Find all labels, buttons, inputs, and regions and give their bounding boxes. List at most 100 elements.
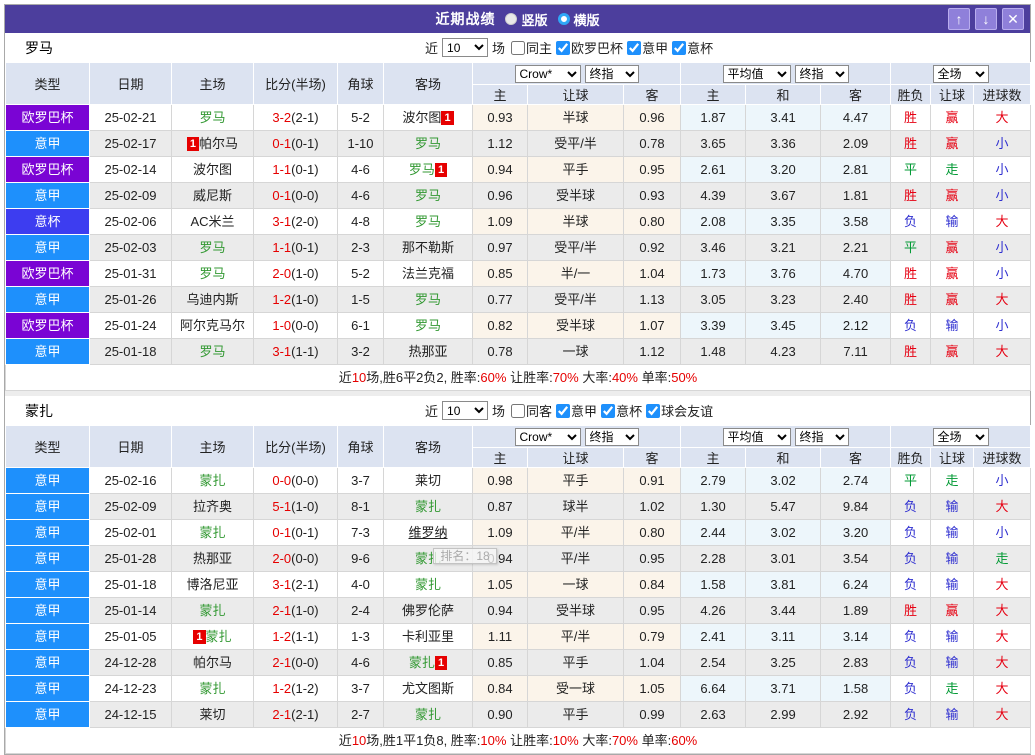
away-team-name[interactable]: 蒙扎 bbox=[415, 707, 441, 722]
average-select[interactable]: 平均值 bbox=[722, 64, 791, 83]
away-team-name[interactable]: 法兰克福 bbox=[402, 266, 454, 281]
away-team-name[interactable]: 蒙扎 bbox=[415, 499, 441, 514]
avg-draw-cell: 3.41 bbox=[745, 104, 822, 131]
near-count-select[interactable]: 10 bbox=[442, 38, 489, 57]
handicap-cell: 平手 bbox=[527, 156, 624, 183]
odds-time-select[interactable]: 终指 bbox=[584, 64, 639, 83]
away-team-name[interactable]: 蒙扎 bbox=[415, 551, 441, 566]
odds-home-cell: 0.96 bbox=[472, 182, 528, 209]
score-cell: 1-1(0-1) bbox=[253, 156, 338, 183]
away-team-name[interactable]: 蒙扎 bbox=[415, 577, 441, 592]
away-team-name[interactable]: 罗马 bbox=[415, 188, 441, 203]
near-count-select[interactable]: 10 bbox=[442, 401, 489, 420]
date-cell: 25-01-31 bbox=[89, 260, 172, 287]
avg-away-cell: 3.20 bbox=[820, 519, 892, 546]
avg-away-cell: 2.21 bbox=[820, 234, 892, 261]
goals-cell: 小 bbox=[973, 234, 1032, 261]
home-team-name[interactable]: 阿尔克马尔 bbox=[180, 318, 245, 333]
away-team-name[interactable]: 热那亚 bbox=[408, 344, 447, 359]
home-team-name[interactable]: 乌迪内斯 bbox=[186, 292, 238, 307]
date-cell: 25-02-01 bbox=[89, 519, 172, 546]
away-team-name[interactable]: 卡利亚里 bbox=[402, 629, 454, 644]
result-cell: 胜 bbox=[890, 260, 932, 287]
away-team-name[interactable]: 蒙扎 bbox=[409, 655, 435, 670]
home-team-name[interactable]: 威尼斯 bbox=[193, 188, 232, 203]
avg-home-cell: 2.79 bbox=[680, 467, 747, 494]
home-team-name[interactable]: 蒙扎 bbox=[199, 603, 225, 618]
home-team-name[interactable]: 蒙扎 bbox=[206, 629, 232, 644]
league-checkbox[interactable]: 意甲 bbox=[627, 38, 668, 57]
odds-source-select[interactable]: Crow* bbox=[514, 427, 581, 446]
home-team-name[interactable]: 蒙扎 bbox=[199, 681, 225, 696]
home-team-name[interactable]: 莱切 bbox=[199, 707, 225, 722]
home-team-name[interactable]: 博洛尼亚 bbox=[186, 577, 238, 592]
date-cell: 25-02-09 bbox=[89, 493, 172, 520]
avg-draw-cell: 3.01 bbox=[745, 545, 822, 572]
same-venue-checkbox[interactable]: 同客 bbox=[511, 401, 552, 420]
average-select[interactable]: 平均值 bbox=[722, 427, 791, 446]
date-cell: 25-01-24 bbox=[89, 312, 172, 339]
home-team-name[interactable]: 热那亚 bbox=[193, 551, 232, 566]
radio-horizontal-layout[interactable]: 横版 bbox=[557, 10, 600, 29]
league-checkbox[interactable]: 意杯 bbox=[601, 401, 642, 420]
home-team-name[interactable]: 罗马 bbox=[199, 344, 225, 359]
away-team-cell: 蒙扎 bbox=[383, 545, 473, 572]
home-team-name[interactable]: AC米兰 bbox=[190, 214, 234, 229]
away-team-name[interactable]: 莱切 bbox=[415, 473, 441, 488]
league-checkbox[interactable]: 意甲 bbox=[556, 401, 597, 420]
avg-home-cell: 2.61 bbox=[680, 156, 747, 183]
move-up-button[interactable]: ↑ bbox=[948, 8, 970, 30]
average-time-select[interactable]: 终指 bbox=[794, 64, 849, 83]
same-venue-checkbox[interactable]: 同主 bbox=[511, 38, 552, 57]
away-team-cell: 维罗纳 bbox=[383, 519, 473, 546]
match-type-cell: 意甲 bbox=[5, 338, 90, 365]
scope-select[interactable]: 全场 bbox=[932, 64, 989, 83]
home-team-name[interactable]: 帕尔马 bbox=[199, 136, 238, 151]
home-team-name[interactable]: 波尔图 bbox=[193, 162, 232, 177]
average-time-select[interactable]: 终指 bbox=[794, 427, 849, 446]
away-team-name[interactable]: 尤文图斯 bbox=[402, 681, 454, 696]
league-checkbox[interactable]: 球会友谊 bbox=[646, 401, 713, 420]
result-cell: 胜 bbox=[890, 130, 932, 157]
away-team-name[interactable]: 罗马 bbox=[409, 162, 435, 177]
home-team-name[interactable]: 罗马 bbox=[199, 266, 225, 281]
away-team-name[interactable]: 维罗纳 bbox=[408, 525, 447, 540]
column-header: 日期 bbox=[89, 425, 172, 468]
away-team-name[interactable]: 佛罗伦萨 bbox=[402, 603, 454, 618]
score-cell: 2-0(1-0) bbox=[253, 260, 338, 287]
odds-time-select[interactable]: 终指 bbox=[584, 427, 639, 446]
home-team-name[interactable]: 罗马 bbox=[199, 240, 225, 255]
match-type-cell: 意甲 bbox=[5, 545, 90, 572]
away-team-name[interactable]: 罗马 bbox=[415, 318, 441, 333]
column-header: 主场 bbox=[171, 425, 254, 468]
scope-select[interactable]: 全场 bbox=[932, 427, 989, 446]
home-team-name[interactable]: 罗马 bbox=[199, 110, 225, 125]
home-team-name[interactable]: 蒙扎 bbox=[199, 473, 225, 488]
result-cell: 负 bbox=[890, 649, 932, 676]
result-cell: 负 bbox=[890, 208, 932, 235]
away-team-name[interactable]: 罗马 bbox=[415, 136, 441, 151]
league-checkbox[interactable]: 欧罗巴杯 bbox=[556, 38, 623, 57]
odds-source-select[interactable]: Crow* bbox=[514, 64, 581, 83]
match-type-cell: 意甲 bbox=[5, 649, 90, 676]
goals-cell: 小 bbox=[973, 312, 1032, 339]
handicap-cell: 受半球 bbox=[527, 312, 624, 339]
near-label: 近 bbox=[425, 404, 439, 419]
away-team-name[interactable]: 波尔图 bbox=[402, 110, 441, 125]
league-checkbox[interactable]: 意杯 bbox=[672, 38, 713, 57]
close-button[interactable]: ✕ bbox=[1002, 8, 1024, 30]
away-team-name[interactable]: 罗马 bbox=[415, 214, 441, 229]
result-cell: 负 bbox=[890, 545, 932, 572]
move-down-button[interactable]: ↓ bbox=[975, 8, 997, 30]
home-team-name[interactable]: 帕尔马 bbox=[193, 655, 232, 670]
home-team-name[interactable]: 蒙扎 bbox=[199, 525, 225, 540]
avg-home-cell: 1.58 bbox=[680, 571, 747, 598]
home-team-name[interactable]: 拉齐奥 bbox=[193, 499, 232, 514]
avg-draw-cell: 3.67 bbox=[745, 182, 822, 209]
home-team-cell: 拉齐奥 bbox=[171, 493, 254, 520]
away-team-cell: 罗马 bbox=[383, 312, 473, 339]
handicap-result-cell: 输 bbox=[930, 623, 975, 650]
radio-vertical-layout[interactable]: 竖版 bbox=[505, 10, 548, 29]
away-team-name[interactable]: 那不勒斯 bbox=[402, 240, 454, 255]
away-team-name[interactable]: 罗马 bbox=[415, 292, 441, 307]
